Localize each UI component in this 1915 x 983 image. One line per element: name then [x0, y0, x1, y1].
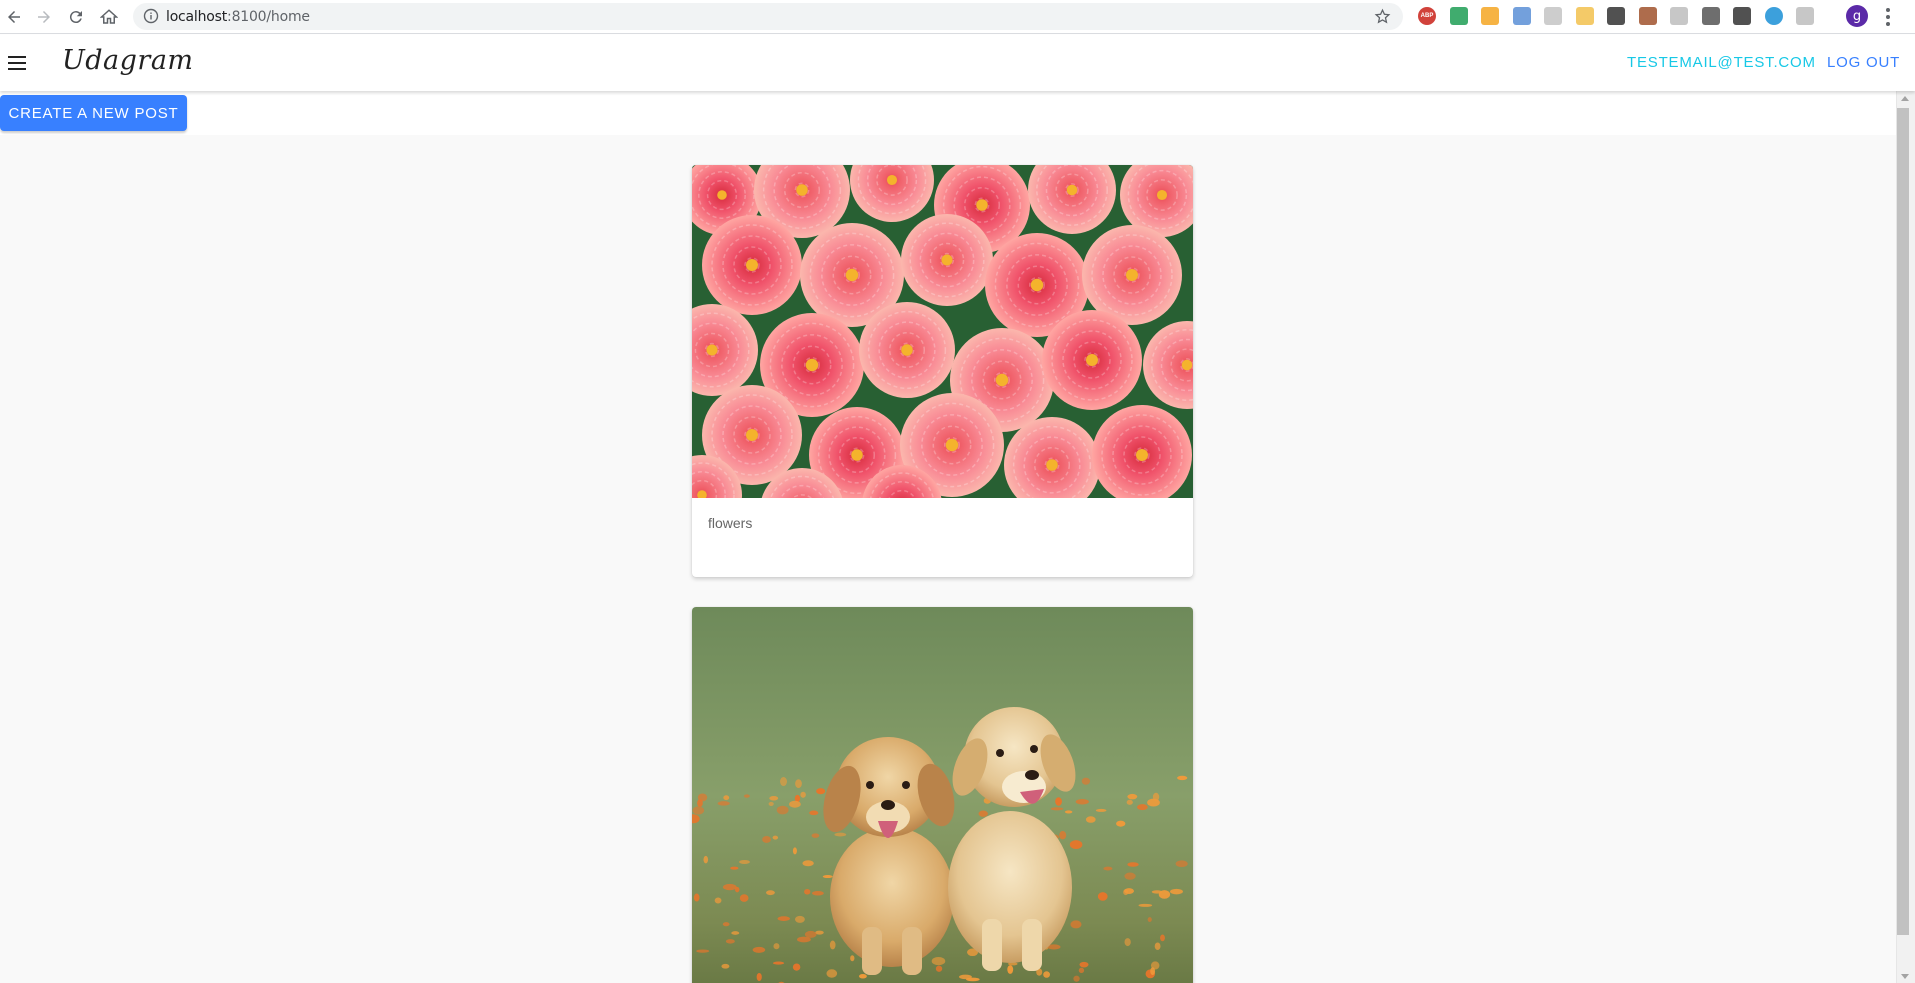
pdf-extension-icon[interactable]	[1639, 7, 1657, 25]
ring-extension-icon[interactable]	[1765, 7, 1783, 25]
angular-extension-icon[interactable]	[1702, 7, 1720, 25]
info-icon[interactable]	[143, 8, 159, 24]
forward-arrow-icon[interactable]	[32, 5, 56, 29]
pen-extension-icon[interactable]	[1607, 7, 1625, 25]
post-image-puppies	[692, 607, 1193, 983]
scroll-down-icon[interactable]	[1901, 974, 1909, 979]
url-host: localhost	[166, 9, 228, 25]
blue-circle-extension-icon[interactable]	[1513, 7, 1531, 25]
feed: flowers	[0, 135, 1896, 983]
sheets-icon[interactable]	[1450, 7, 1468, 25]
scrollbar-thumb[interactable]	[1897, 108, 1909, 935]
post-caption: flowers	[708, 515, 753, 531]
hamburger-menu-icon[interactable]	[6, 50, 32, 76]
create-post-bar: CREATE A NEW POST	[0, 91, 1896, 135]
url-text: localhost:8100/home	[166, 9, 310, 25]
adblock-icon[interactable]: ABP	[1418, 7, 1436, 25]
eyedropper-extension-icon[interactable]	[1733, 7, 1751, 25]
gear-extension-icon[interactable]	[1481, 7, 1499, 25]
create-post-button[interactable]: CREATE A NEW POST	[0, 95, 187, 131]
dots-extension-icon[interactable]	[1796, 7, 1814, 25]
bookmark-star-icon[interactable]	[1374, 8, 1391, 25]
note-extension-icon[interactable]	[1576, 7, 1594, 25]
app-title: Udagram	[62, 45, 194, 76]
browser-toolbar: localhost:8100/home ABP g	[0, 0, 1915, 34]
app-header: Udagram TESTEMAIL@TEST.COM LOG OUT	[0, 35, 1915, 91]
url-path: :8100/home	[227, 9, 310, 25]
grid-extension-icon[interactable]	[1544, 7, 1562, 25]
user-email-link[interactable]: TESTEMAIL@TEST.COM	[1627, 54, 1816, 71]
post-card[interactable]	[692, 607, 1193, 983]
browser-menu-icon[interactable]	[1882, 6, 1894, 28]
address-bar[interactable]: localhost:8100/home	[133, 3, 1403, 30]
post-card[interactable]: flowers	[692, 165, 1193, 577]
reload-icon[interactable]	[64, 5, 88, 29]
profile-avatar[interactable]: g	[1846, 5, 1868, 27]
logout-button[interactable]: LOG OUT	[1827, 54, 1900, 71]
back-arrow-icon[interactable]	[2, 5, 26, 29]
home-icon[interactable]	[97, 5, 121, 29]
clock-extension-icon[interactable]	[1670, 7, 1688, 25]
post-image-flowers	[692, 165, 1193, 498]
scroll-up-icon[interactable]	[1901, 96, 1909, 101]
